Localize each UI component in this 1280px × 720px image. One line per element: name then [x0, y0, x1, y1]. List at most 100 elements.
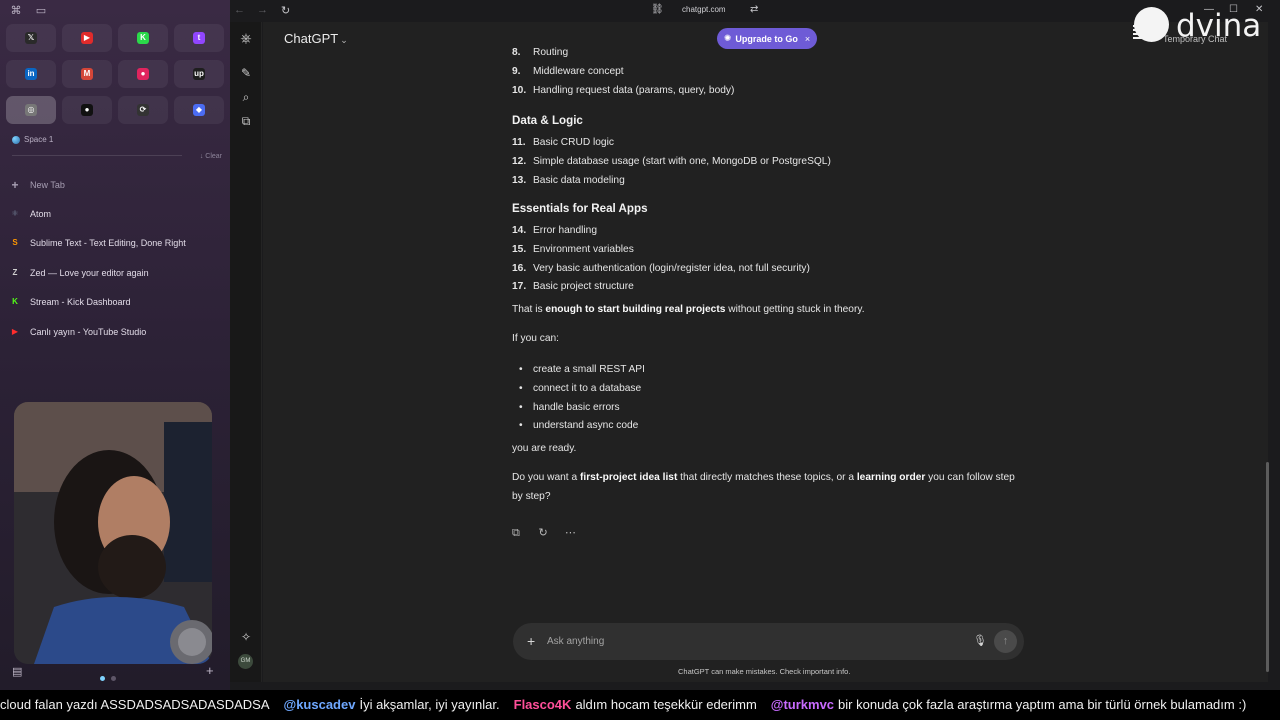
tab-label: Sublime Text - Text Editing, Done Right: [30, 238, 186, 249]
list-text: Basic CRUD logic: [533, 137, 614, 148]
sidebar-toggle-icon[interactable]: ▭: [35, 5, 47, 17]
webcam-overlay: [14, 402, 212, 664]
library-icon[interactable]: ⧉: [239, 114, 253, 128]
list-text: Simple database usage (start with one, M…: [533, 155, 831, 167]
paragraph-you-are-ready: you are ready.: [512, 443, 577, 454]
sidebar-tab[interactable]: S Sublime Text - Text Editing, Done Right: [10, 229, 222, 258]
reload-icon[interactable]: ↻: [281, 4, 290, 17]
favorite-sync-app[interactable]: ⟳: [118, 96, 168, 124]
sidebar-tab[interactable]: ⚛ Atom: [10, 199, 222, 228]
chatgpt-rail: ⎈ ✎ ⌕ ⧉ ✧ GM: [230, 22, 262, 682]
tab-label: Atom: [30, 209, 52, 220]
ticker-username: @turkmvc: [770, 697, 835, 712]
list-number: 14.: [512, 225, 527, 236]
site-settings-icon[interactable]: ⇄: [750, 4, 758, 15]
p4-a: Do you want a: [512, 472, 580, 483]
favorite-youtube[interactable]: ▶: [62, 24, 112, 52]
new-tab-button[interactable]: + New Tab: [10, 170, 222, 199]
favorite-record[interactable]: ●: [118, 60, 168, 88]
p4-d: learning order: [856, 472, 926, 483]
tab-label: Canlı yayın - YouTube Studio: [30, 326, 147, 337]
ticker-text: bir konuda çok fazla araştırma yaptım am…: [838, 697, 1247, 712]
ticker-message: @turkmvc bir konuda çok fazla araştırma y…: [771, 690, 1247, 720]
microphone-icon[interactable]: 🎙: [973, 634, 987, 647]
tab-favicon-icon: K: [12, 297, 18, 307]
upwork-icon: up: [193, 68, 205, 80]
disclaimer-text: ChatGPT can make mistakes. Check importa…: [678, 667, 851, 676]
sidebar-tab[interactable]: Z Zed — Love your editor again: [10, 258, 222, 287]
search-icon[interactable]: ⌕: [239, 90, 253, 104]
ticker-text: aldım hocam teşekkür ederimm: [575, 697, 757, 712]
space-row[interactable]: Space 1 ↓ Clear: [12, 135, 222, 160]
chat-ticker: cloud falan yazdı ASSDADSADSADASDADSA @ku…: [0, 690, 1280, 720]
regenerate-icon[interactable]: ↻: [538, 526, 560, 539]
arc-logo-icon[interactable]: ⌘: [10, 5, 22, 17]
close-icon[interactable]: ×: [805, 34, 810, 44]
url-bar[interactable]: chatgpt.com: [682, 5, 726, 14]
circle-app-icon: ●: [81, 104, 93, 116]
p4-c: that directly matches these topics, or a: [677, 472, 857, 483]
sidebar-tab[interactable]: K Stream - Kick Dashboard: [10, 288, 222, 317]
model-selector[interactable]: ChatGPT ⌄: [284, 31, 348, 46]
list-text: Handling request data (params, query, bo…: [533, 84, 735, 96]
sidebar-tab[interactable]: ▶ Canlı yayın - YouTube Studio: [10, 317, 222, 346]
sidebar-bottom-bar: ▤ +: [0, 662, 230, 681]
upgrade-button[interactable]: ✺ Upgrade to Go ×: [717, 28, 817, 49]
space-switcher[interactable]: [100, 668, 122, 686]
list-item: 12. Simple database usage (start with one…: [512, 156, 831, 170]
list-number: 17.: [512, 281, 527, 293]
gmail-icon: M: [81, 68, 93, 80]
add-space-icon[interactable]: +: [206, 663, 214, 678]
kick-icon: K: [137, 32, 149, 44]
send-button[interactable]: ↑: [994, 630, 1017, 653]
prompt-input[interactable]: [547, 633, 947, 650]
record-icon: ●: [137, 68, 149, 80]
more-options-icon[interactable]: ⋯: [565, 526, 587, 539]
sparkle-icon[interactable]: ✧: [239, 630, 253, 644]
linkedin-icon: in: [25, 68, 37, 80]
favorite-twitch[interactable]: t: [174, 24, 224, 52]
avatar[interactable]: GM: [238, 654, 253, 669]
favorite-gemini[interactable]: ◆: [174, 96, 224, 124]
openai-logo-icon[interactable]: ⎈: [239, 31, 253, 45]
p1-bold: enough to start building real projects: [545, 304, 726, 315]
ticker-text: cloud falan yazdı ASSDADSADSADASDADSA: [0, 697, 270, 712]
chatgpt-icon: ◎: [25, 104, 37, 116]
p1-pre: That is: [512, 304, 546, 315]
attach-plus-icon[interactable]: +: [527, 633, 535, 649]
ticker-username: Flasco4K: [513, 697, 572, 712]
list-item: 13. Basic data modeling: [512, 175, 625, 189]
favorite-x[interactable]: 𝕏: [6, 24, 56, 52]
space-icon: [12, 135, 20, 144]
tab-favicon-icon: ⚛: [11, 209, 19, 219]
list-item: 8. Routing: [512, 47, 568, 61]
list-text: Middleware concept: [533, 65, 624, 77]
youtube-icon: ▶: [81, 32, 93, 44]
ticker-message: cloud falan yazdı ASSDADSADSADASDADSA: [0, 690, 270, 720]
favorite-circle-app[interactable]: ●: [62, 96, 112, 124]
favorites-grid: 𝕏 ▶ Kt in M ● up ◎ ● ⟳ ◆: [6, 24, 226, 124]
back-icon[interactable]: ←: [234, 4, 245, 16]
forward-icon[interactable]: →: [257, 4, 268, 16]
favorite-upwork[interactable]: up: [174, 60, 224, 88]
bullet-item: connect it to a database: [519, 383, 641, 394]
new-chat-icon[interactable]: ✎: [239, 66, 253, 80]
clear-tabs-button[interactable]: ↓ Clear: [200, 153, 222, 160]
browser-topbar: ← → ↻ ⛓ chatgpt.com ⇄ — ☐ ✕: [230, 0, 1280, 22]
favorite-gmail[interactable]: M: [62, 60, 112, 88]
copy-icon[interactable]: ⧉: [512, 527, 534, 540]
scrollbar[interactable]: [1266, 462, 1269, 672]
favorite-linkedin[interactable]: in: [6, 60, 56, 88]
favorite-kick[interactable]: K: [118, 24, 168, 52]
list-item: 15. Environment variables: [512, 244, 634, 258]
favorite-chatgpt[interactable]: ◎: [6, 96, 56, 124]
bullet-item: handle basic errors: [519, 402, 620, 413]
link-icon[interactable]: ⛓: [651, 4, 664, 15]
list-item: 16. Very basic authentication (login/regi…: [512, 263, 810, 277]
stream-brand-logo: dvina: [1133, 5, 1273, 45]
list-number: 15.: [512, 243, 527, 255]
tab-label: Stream - Kick Dashboard: [30, 297, 131, 308]
list-item: 14. Error handling: [512, 225, 597, 239]
ticker-message: Flasco4K aldım hocam teşekkür ederimm: [514, 690, 757, 720]
archive-icon[interactable]: ▤: [12, 665, 22, 678]
